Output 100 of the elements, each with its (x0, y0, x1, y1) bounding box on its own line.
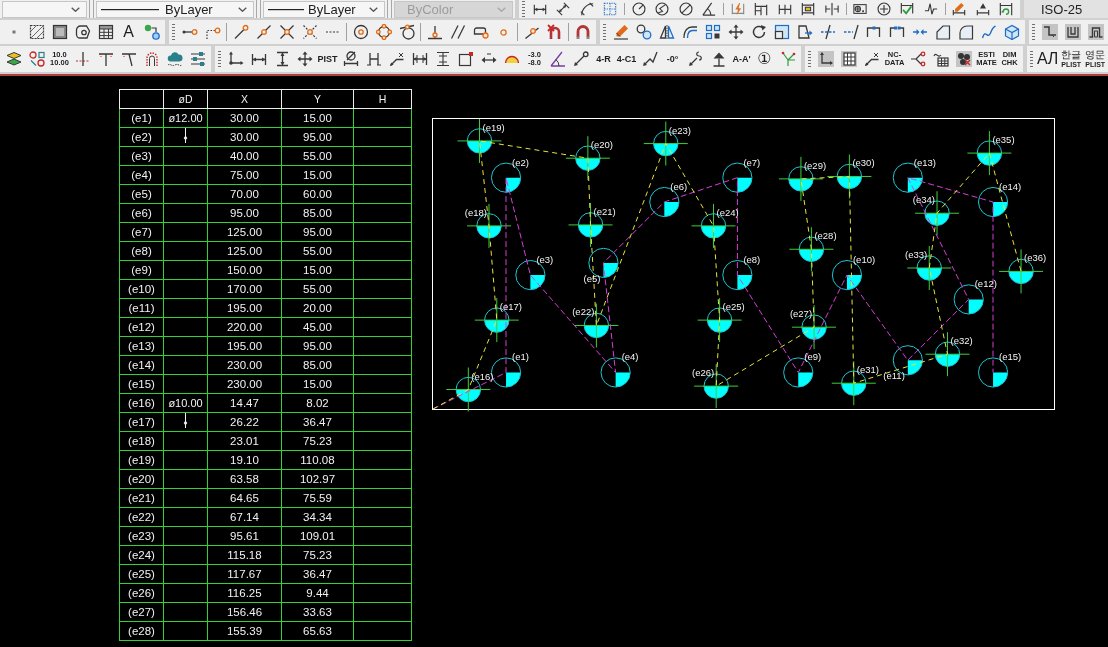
cube-icon[interactable] (1003, 24, 1020, 40)
dropdown[interactable]: ByLayer (96, 0, 254, 18)
stretch-icon[interactable] (796, 24, 813, 40)
offset-icon[interactable] (681, 24, 698, 40)
datum-icon[interactable] (710, 51, 727, 67)
inspection-icon[interactable] (900, 2, 915, 16)
gradient-icon[interactable] (51, 24, 68, 40)
parallel-snap-icon[interactable] (449, 24, 466, 40)
layers-icon[interactable] (5, 51, 22, 67)
point-icon[interactable] (11, 30, 16, 34)
chamfer-icon[interactable] (934, 24, 951, 40)
hat-profile-icon[interactable] (1087, 24, 1104, 40)
array-icon[interactable] (704, 24, 721, 40)
dimension-icon[interactable] (250, 51, 267, 67)
dotted-grid-icon[interactable] (603, 2, 618, 16)
toolbar-grip[interactable] (808, 51, 811, 67)
mirror-icon[interactable] (658, 24, 675, 40)
quadrant-snap-icon[interactable] (375, 24, 392, 40)
rotate-icon[interactable] (750, 24, 767, 40)
toolbar-text-tool[interactable]: 4-R (592, 46, 615, 72)
box-corner-icon[interactable] (457, 51, 474, 67)
region-icon[interactable] (74, 24, 91, 40)
angle-icon[interactable] (702, 2, 717, 16)
cross-arrows-icon[interactable] (296, 51, 313, 67)
arc-icon[interactable] (579, 2, 594, 16)
dropdown[interactable]: ByLayer (263, 0, 385, 18)
circles-squares-icon[interactable] (28, 51, 45, 67)
scale-icon[interactable] (773, 24, 790, 40)
trim-icon[interactable] (819, 24, 836, 40)
fillet-icon[interactable] (957, 24, 974, 40)
dimension-icon[interactable] (532, 2, 547, 16)
cloud-icon[interactable] (166, 51, 183, 67)
u-profile-icon[interactable] (1064, 24, 1081, 40)
s-arrow-icon[interactable] (687, 51, 704, 67)
toolbar-text-tool[interactable]: A-A' (730, 46, 753, 72)
leader-icon[interactable] (388, 51, 405, 67)
t-shape-icon[interactable] (97, 51, 114, 67)
spline-icon[interactable] (980, 24, 997, 40)
dimension-break-icon[interactable] (824, 2, 839, 16)
leader-icon[interactable] (863, 51, 880, 67)
perpendicular-icon[interactable] (74, 51, 91, 67)
branch-icon[interactable] (909, 51, 926, 67)
grid-table-icon[interactable] (840, 51, 857, 67)
dimension-spacing-icon[interactable] (801, 2, 816, 16)
radius-icon[interactable] (631, 2, 646, 16)
toolbar-grip[interactable] (172, 24, 175, 40)
toolbar-text-tool[interactable]: -0° (661, 46, 684, 72)
perpendicular-snap-icon[interactable] (426, 24, 443, 40)
dashed-intersection-icon[interactable] (301, 24, 318, 40)
toolbar-grip[interactable] (218, 51, 221, 67)
continue-dimension-icon[interactable] (777, 2, 792, 16)
tangent-snap-icon[interactable] (398, 24, 415, 40)
diameter-dimension-icon[interactable] (342, 51, 359, 67)
toolbar-grip[interactable] (1030, 51, 1033, 67)
node-snap-icon[interactable] (500, 28, 507, 36)
break-at-point-icon[interactable] (865, 24, 882, 40)
quick-dimension-icon[interactable] (730, 2, 745, 16)
circles-arrow-icon[interactable] (143, 24, 160, 40)
dropdown[interactable]: ISO-25 (1024, 0, 1108, 18)
endpoint-snap-icon[interactable] (232, 24, 249, 40)
copy-icon[interactable] (635, 24, 652, 40)
axes-icon[interactable] (227, 51, 244, 67)
step-profile-icon[interactable] (1041, 24, 1058, 40)
break-icon[interactable] (888, 24, 905, 40)
hatch-icon[interactable] (28, 24, 45, 40)
dimension-update-icon[interactable] (999, 2, 1014, 16)
dimension-edit-icon[interactable] (975, 2, 990, 16)
toolbar-grip[interactable] (1032, 24, 1035, 40)
slanted-dimension-icon[interactable] (556, 2, 571, 16)
sliders-icon[interactable] (189, 51, 206, 67)
insertion-snap-icon[interactable] (472, 24, 489, 40)
extend-icon[interactable] (842, 24, 859, 40)
zigzag-line-icon[interactable] (923, 2, 938, 16)
intersection-snap-icon[interactable] (278, 24, 295, 40)
tiled-axes-icon[interactable] (817, 51, 834, 67)
table-wave-icon[interactable] (932, 51, 949, 67)
center-mark-icon[interactable] (876, 2, 891, 16)
toolbar-text-tool[interactable]: 4-C1 (615, 46, 638, 72)
midpoint-snap-icon[interactable] (255, 24, 272, 40)
center-snap-icon[interactable] (352, 24, 369, 40)
surface-arrow-icon[interactable] (641, 51, 658, 67)
table-icon[interactable] (97, 24, 114, 40)
toolbar-grip[interactable] (522, 1, 525, 17)
eraser-icon[interactable] (612, 24, 629, 40)
short-dimension-icon[interactable] (365, 51, 382, 67)
toolbar-text-tool[interactable]: PIST (316, 46, 339, 72)
baseline-dimension-icon[interactable] (754, 2, 769, 16)
vertical-double-dimension-icon[interactable] (434, 51, 451, 67)
branch-points-icon[interactable] (779, 51, 796, 67)
toolbar-grip[interactable] (603, 24, 606, 40)
leader-icon[interactable] (572, 51, 589, 67)
magnet-icon[interactable] (574, 24, 591, 40)
jogged-radius-icon[interactable] (655, 2, 670, 16)
toolbar-text-tool[interactable]: AЛ (1036, 46, 1060, 72)
toolbar-text-tool[interactable]: ① (753, 46, 776, 72)
move-icon[interactable] (727, 24, 744, 40)
snap-off-icon[interactable] (546, 24, 563, 40)
double-dimension-icon[interactable] (411, 51, 428, 67)
toolbar-text-tool[interactable]: A (117, 20, 140, 44)
dashed-arch-icon[interactable] (143, 51, 160, 67)
